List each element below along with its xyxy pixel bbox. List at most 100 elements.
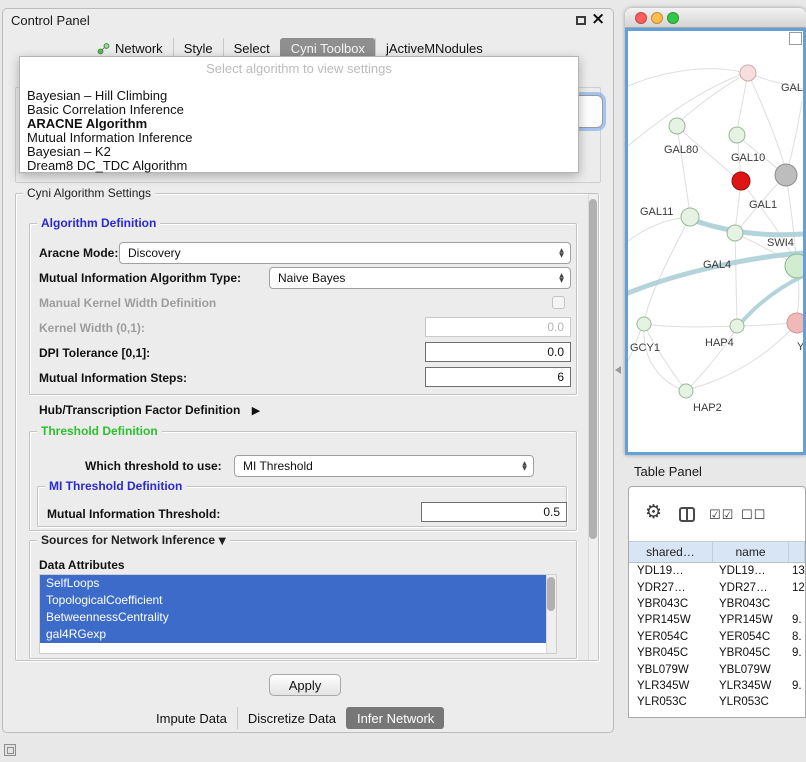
combo-arrows-icon: ▲▼ bbox=[516, 461, 533, 471]
attribute-item-selected[interactable]: gal4RGexp bbox=[40, 626, 546, 643]
dropdown-item[interactable]: Basic Correlation Inference bbox=[25, 103, 573, 117]
which-threshold-label: Which threshold to use: bbox=[85, 459, 222, 473]
data-attributes-label: Data Attributes bbox=[39, 558, 125, 572]
window-title: Control Panel bbox=[11, 13, 90, 28]
panel-collapse-arrow[interactable] bbox=[615, 366, 621, 374]
network-window-titlebar[interactable] bbox=[625, 8, 806, 28]
close-traffic-light[interactable] bbox=[635, 12, 647, 24]
select-all-icon[interactable]: ☑☑ bbox=[709, 509, 734, 522]
tab-label: Select bbox=[234, 41, 270, 56]
network-node[interactable] bbox=[681, 208, 699, 226]
table-row[interactable]: YER054CYER054C8. bbox=[629, 629, 805, 645]
aracne-mode-select[interactable]: Discovery ▲▼ bbox=[119, 242, 571, 264]
birdseye-view[interactable] bbox=[789, 32, 802, 45]
network-node[interactable] bbox=[679, 384, 693, 398]
network-node[interactable] bbox=[669, 118, 685, 134]
highlighted-edges bbox=[628, 219, 803, 324]
hub-section-label: Hub/Transcription Factor Definition bbox=[39, 403, 240, 417]
close-icon[interactable]: × bbox=[591, 9, 605, 29]
attribute-list[interactable]: SelfLoops TopologicalCoefficient Between… bbox=[39, 574, 557, 654]
table-panel-window: ⚙ ☑☑ ☐☐ shared… name YDL19…YDL19…13 YDR2… bbox=[628, 486, 806, 718]
attribute-item-selected[interactable]: BetweennessCentrality bbox=[40, 609, 546, 626]
aracne-mode-label: Aracne Mode: bbox=[39, 246, 118, 260]
table-row[interactable]: YBR043CYBR043C bbox=[629, 596, 805, 612]
dpi-tolerance-input[interactable]: 0.0 bbox=[425, 342, 571, 362]
dropdown-items: Bayesian – Hill Climbing Basic Correlati… bbox=[25, 89, 573, 173]
network-node[interactable] bbox=[727, 225, 743, 241]
node-label: HAP2 bbox=[693, 402, 722, 414]
node-label: GAL10 bbox=[731, 152, 765, 164]
dropdown-item[interactable]: Mutual Information Inference bbox=[25, 131, 573, 145]
network-node-selected[interactable] bbox=[732, 172, 750, 190]
node-label: HAP4 bbox=[705, 337, 734, 349]
network-node[interactable] bbox=[740, 65, 756, 81]
algorithm-dropdown-popup: Select algorithm to view settings Bayesi… bbox=[19, 56, 579, 173]
dropdown-item[interactable]: Bayesian – Hill Climbing bbox=[25, 89, 573, 103]
dropdown-item[interactable]: Dream8 DC_TDC Algorithm bbox=[25, 159, 573, 173]
network-node[interactable] bbox=[775, 164, 797, 186]
tab-infer-network[interactable]: Infer Network bbox=[346, 707, 444, 729]
network-canvas[interactable]: GAL GAL80 GAL10 GAL11 GAL1 SWI4 GAL4 GCY… bbox=[625, 28, 806, 455]
manual-kernel-label: Manual Kernel Width Definition bbox=[39, 296, 216, 310]
apply-button[interactable]: Apply bbox=[269, 674, 341, 696]
column-header-name[interactable]: name bbox=[713, 542, 789, 562]
list-scrollbar-thumb[interactable] bbox=[547, 577, 555, 611]
table-row[interactable]: YBR045CYBR045C9. bbox=[629, 645, 805, 661]
dropdown-item-selected[interactable]: ARACNE Algorithm bbox=[25, 117, 573, 131]
mi-threshold-label: Mutual Information Threshold: bbox=[47, 507, 220, 521]
restore-panel-icon[interactable] bbox=[4, 744, 16, 756]
attribute-item-selected[interactable]: SelfLoops bbox=[40, 575, 546, 592]
node-label: GAL1 bbox=[749, 199, 777, 211]
tab-impute-data[interactable]: Impute Data bbox=[146, 707, 237, 729]
zoom-traffic-light[interactable] bbox=[667, 12, 679, 24]
bottom-tabs: Impute Data Discretize Data Infer Networ… bbox=[146, 707, 444, 729]
dropdown-item[interactable]: Bayesian – K2 bbox=[25, 145, 573, 159]
network-graph[interactable]: GAL GAL80 GAL10 GAL11 GAL1 SWI4 GAL4 GCY… bbox=[628, 31, 803, 452]
attribute-item-selected[interactable]: TopologicalCoefficient bbox=[40, 592, 546, 609]
tab-label: Infer Network bbox=[357, 711, 434, 726]
table-row[interactable]: YDR27…YDR27…12 bbox=[629, 579, 805, 595]
settings-scrollbar-thumb[interactable] bbox=[589, 199, 597, 539]
control-panel-window: Control Panel × Network Style Select Cyn… bbox=[2, 8, 614, 733]
gear-icon[interactable]: ⚙ bbox=[645, 503, 662, 522]
hub-section-toggle[interactable]: Hub/Transcription Factor Definition ▶ bbox=[39, 403, 260, 418]
column-header-extra[interactable] bbox=[789, 542, 805, 562]
column-header-shared-name[interactable]: shared… bbox=[629, 542, 713, 562]
table-row[interactable]: YPR145WYPR145W9. bbox=[629, 612, 805, 628]
manual-kernel-checkbox[interactable] bbox=[552, 296, 565, 309]
selected-value: Naive Bayes bbox=[270, 271, 553, 285]
dpi-tolerance-label: DPI Tolerance [0,1]: bbox=[39, 346, 150, 360]
node-label: SWI4 bbox=[767, 237, 794, 249]
network-node[interactable] bbox=[730, 319, 744, 333]
table-body: YDL19…YDL19…13 YDR27…YDR27…12 YBR043CYBR… bbox=[629, 563, 805, 717]
kernel-width-input[interactable]: 0.0 bbox=[425, 317, 571, 337]
network-node[interactable] bbox=[729, 127, 745, 143]
combo-arrows-icon: ▲▼ bbox=[553, 248, 570, 258]
threshold-type-select[interactable]: MI Threshold ▲▼ bbox=[234, 455, 534, 477]
table-row[interactable]: YBL079WYBL079W bbox=[629, 661, 805, 677]
table-row[interactable]: YLR345WYLR345W9. bbox=[629, 678, 805, 694]
minimize-traffic-light[interactable] bbox=[651, 12, 663, 24]
mi-steps-input[interactable]: 6 bbox=[425, 367, 571, 387]
mi-threshold-input[interactable]: 0.5 bbox=[421, 502, 567, 522]
network-node[interactable] bbox=[787, 313, 803, 333]
node-label: GAL11 bbox=[640, 206, 673, 218]
network-node[interactable] bbox=[785, 254, 803, 278]
kernel-width-label: Kernel Width (0,1): bbox=[39, 321, 145, 335]
node-label: GCY1 bbox=[630, 342, 660, 354]
mi-algorithm-type-select[interactable]: Naive Bayes ▲▼ bbox=[269, 267, 571, 289]
tab-label: Cyni Toolbox bbox=[291, 41, 365, 56]
deselect-all-icon[interactable]: ☐☐ bbox=[741, 509, 766, 522]
expand-arrow-icon: ▶ bbox=[252, 404, 260, 417]
network-icon bbox=[97, 43, 110, 55]
node-label: Y bbox=[797, 341, 803, 353]
table-row[interactable]: YLR053CYLR053C bbox=[629, 694, 805, 710]
float-window-icon[interactable] bbox=[576, 16, 586, 25]
tab-discretize-data[interactable]: Discretize Data bbox=[237, 707, 346, 729]
sources-section-toggle[interactable]: Sources for Network Inference ▼ bbox=[37, 533, 230, 547]
mi-type-label: Mutual Information Algorithm Type: bbox=[39, 271, 241, 285]
table-row[interactable]: YDL19…YDL19…13 bbox=[629, 563, 805, 579]
column-settings-icon[interactable] bbox=[679, 507, 695, 522]
sources-title: Sources for Network Inference bbox=[41, 533, 215, 547]
network-node[interactable] bbox=[637, 317, 651, 331]
